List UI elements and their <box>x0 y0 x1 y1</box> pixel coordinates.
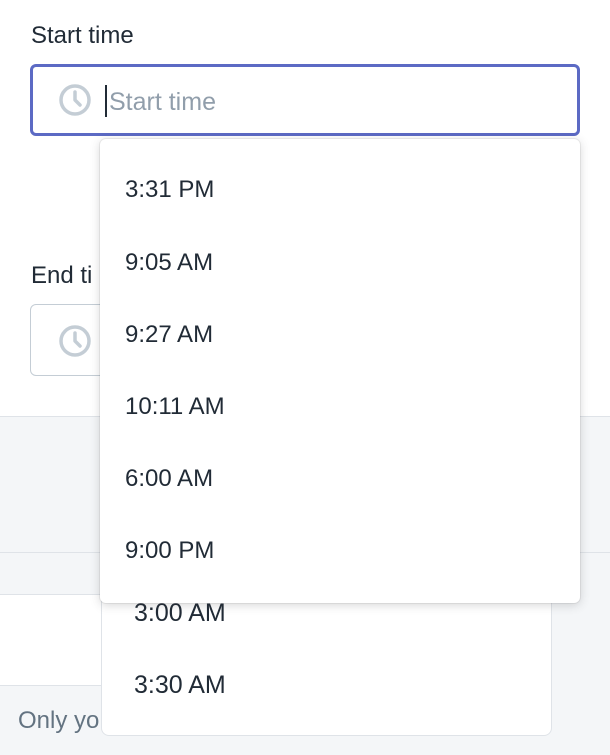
footer-note: Only yo <box>18 707 100 734</box>
time-options-dropdown: 3:31 PM 9:05 AM 9:27 AM 10:11 AM 6:00 AM… <box>100 139 580 603</box>
time-option[interactable]: 9:05 AM <box>100 227 580 299</box>
time-option[interactable]: 6:00 AM <box>100 443 580 515</box>
time-option[interactable]: 9:00 PM <box>100 515 580 587</box>
start-time-label: Start time <box>31 22 134 49</box>
list-item[interactable]: 3:00 AM <box>134 599 226 628</box>
end-time-label: End ti <box>31 262 93 289</box>
start-time-placeholder: Start time <box>109 88 216 116</box>
time-option[interactable]: 10:11 AM <box>100 371 580 443</box>
time-option[interactable]: 3:31 PM <box>100 154 580 226</box>
text-caret <box>105 85 107 117</box>
list-item[interactable]: 3:30 AM <box>134 671 226 700</box>
start-time-input[interactable]: Start time <box>30 64 580 136</box>
time-option[interactable]: 9:27 AM <box>100 299 580 371</box>
clock-icon <box>59 84 91 116</box>
clock-icon <box>59 325 91 357</box>
